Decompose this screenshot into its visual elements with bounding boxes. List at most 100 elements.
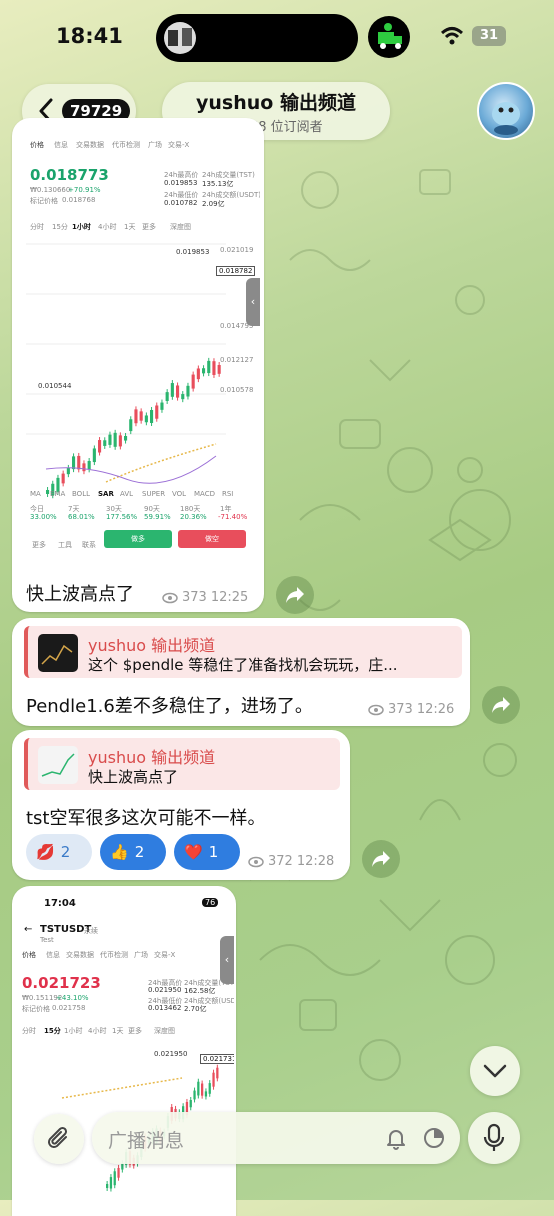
shot-timeframe: 深度图 [170, 223, 191, 231]
shot-timeframe: 1天 [124, 223, 136, 231]
shot-bottom-icon: 工具 [58, 541, 72, 549]
status-time: 18:41 [56, 24, 123, 48]
message-time: 12:25 [210, 590, 249, 605]
shot-last-price: 0.021731 [200, 1054, 234, 1064]
live-activity-icon [368, 16, 410, 58]
shot-back-arrow: ← [24, 924, 33, 935]
wifi-icon [440, 27, 464, 45]
forward-icon [372, 851, 390, 867]
message-meta: 373 12:26 [368, 702, 454, 717]
shot-indicator: RSI [222, 490, 234, 498]
chevron-down-icon [483, 1064, 507, 1078]
reaction-count: 2 [134, 843, 145, 861]
shot-timeframe: 更多 [128, 1027, 142, 1035]
message-time: 12:26 [416, 702, 455, 717]
shot-pair-tag: 永续 [84, 927, 98, 935]
shot-timeframe: 4小时 [98, 223, 117, 231]
shot-mark-label: 标记价格 [22, 1005, 50, 1013]
shot-high-label: 0.019853 [176, 248, 210, 256]
dynamic-island [156, 14, 358, 62]
chart-screenshot[interactable]: 价格 信息 交易数据 代币检测 广场 交易-X 0.018773 ₩0.1306… [16, 122, 260, 562]
shot-bottom-icon: 联系 [82, 541, 96, 549]
microphone-button[interactable] [468, 1112, 520, 1164]
scroll-down-button[interactable] [470, 1046, 520, 1096]
message-text: tst空军很多这次可能不一样。 [26, 808, 266, 829]
channel-avatar[interactable] [477, 82, 535, 140]
shot-mark-price: 0.018768 [62, 196, 96, 204]
quote-text: 这个 $pendle 等稳住了准备找机会玩玩，庄... [88, 656, 398, 674]
message-bubble[interactable]: 价格 信息 交易数据 代币检测 广场 交易-X 0.018773 ₩0.1306… [12, 118, 264, 612]
candlestick-chart [26, 243, 226, 499]
shot-tab: 交易数据 [76, 141, 104, 149]
message-bubble[interactable]: 17:04 76 ← TSTUSDT 永续 Test 价格 信息 交易数据 代币… [12, 886, 236, 1216]
message-bubble[interactable]: yushuo 输出频道 快上波高点了 tst空军很多这次可能不一样。 💋 2 👍… [12, 730, 350, 880]
chart-screenshot[interactable]: 17:04 76 ← TSTUSDT 永续 Test 价格 信息 交易数据 代币… [14, 888, 234, 1216]
eye-icon [162, 592, 178, 603]
shot-tab: 交易数据 [66, 951, 94, 959]
shot-timeframe: 深度图 [154, 1027, 175, 1035]
shot-indicator: VOL [172, 490, 187, 498]
reaction-emoji: ❤️ [184, 843, 203, 861]
quote-author: yushuo 输出频道 [88, 748, 216, 767]
forward-icon [492, 697, 510, 713]
shot-stat: 0.021950 [148, 986, 182, 994]
shot-period-value: -71.40% [218, 513, 248, 521]
message-meta: 372 12:28 [248, 854, 334, 869]
mic-icon [483, 1123, 505, 1151]
shot-timeframe: 更多 [142, 223, 156, 231]
message-time: 12:28 [296, 854, 335, 869]
shot-price-tick: 0.012127 [220, 356, 254, 364]
reply-quote[interactable]: yushuo 输出频道 快上波高点了 [24, 738, 340, 790]
shot-battery: 76 [202, 898, 219, 907]
shot-period-value: 33.00% [30, 513, 57, 521]
island-thumbnail [164, 22, 196, 54]
shot-tab: 交易-X [168, 141, 190, 149]
shot-price: 0.018773 [30, 166, 109, 184]
reaction-count: 1 [208, 843, 219, 861]
shot-indicator: EMA [50, 490, 66, 498]
shot-tab: 交易-X [154, 951, 176, 959]
quote-thumbnail [38, 746, 78, 784]
bell-icon[interactable] [384, 1126, 408, 1150]
shot-stat: 135.13亿 [202, 180, 234, 188]
shot-timeframe: 15分 [44, 1027, 61, 1035]
shot-sell-button: 做空 [178, 530, 246, 548]
shot-price: 0.021723 [22, 974, 101, 992]
quote-author: yushuo 输出频道 [88, 636, 216, 655]
quote-text: 快上波高点了 [88, 768, 179, 786]
shot-tab: 价格 [30, 141, 44, 149]
reaction-thumbs-up[interactable]: 👍 2 [100, 834, 166, 870]
shot-period-value: 20.36% [180, 513, 207, 521]
forward-button[interactable] [276, 576, 314, 614]
shot-subprice: ₩0.130660 [30, 186, 71, 194]
shot-side-tab: ‹ [246, 278, 260, 326]
reply-quote[interactable]: yushuo 输出频道 这个 $pendle 等稳住了准备找机会玩玩，庄... [24, 626, 462, 678]
shot-stat: 2.09亿 [202, 200, 225, 208]
shot-indicator: BOLL [72, 490, 90, 498]
shot-stat: 162.58亿 [184, 987, 216, 995]
shot-indicator: MA [30, 490, 41, 498]
shot-side-tab: ‹ [220, 936, 234, 984]
shot-bottom-icon: 更多 [32, 541, 46, 549]
reaction-kiss[interactable]: 💋 2 [26, 834, 92, 870]
forward-button[interactable] [482, 686, 520, 724]
shot-timeframe: 15分 [52, 223, 68, 231]
message-bubble[interactable]: yushuo 输出频道 这个 $pendle 等稳住了准备找机会玩玩，庄... … [12, 618, 470, 726]
shot-price-tick: 0.021019 [220, 246, 254, 254]
reaction-heart[interactable]: ❤️ 1 [174, 834, 240, 870]
shot-tab: 信息 [54, 141, 68, 149]
shot-change: +43.10% [56, 994, 89, 1002]
forward-icon [286, 587, 304, 603]
timer-icon[interactable] [422, 1126, 446, 1150]
shot-timeframe: 1小时 [72, 223, 91, 231]
attach-button[interactable] [34, 1114, 84, 1164]
reaction-count: 2 [60, 843, 71, 861]
shot-timeframe: 1小时 [64, 1027, 83, 1035]
shot-low-label: 0.010544 [38, 382, 72, 390]
shot-indicator: SUPER [142, 490, 166, 498]
battery-indicator: 31 [472, 26, 506, 46]
forward-button[interactable] [362, 840, 400, 878]
channel-name: yushuo 输出频道 [196, 92, 356, 114]
shot-change: +70.91% [68, 186, 101, 194]
message-input[interactable]: 广播消息 [92, 1112, 460, 1164]
